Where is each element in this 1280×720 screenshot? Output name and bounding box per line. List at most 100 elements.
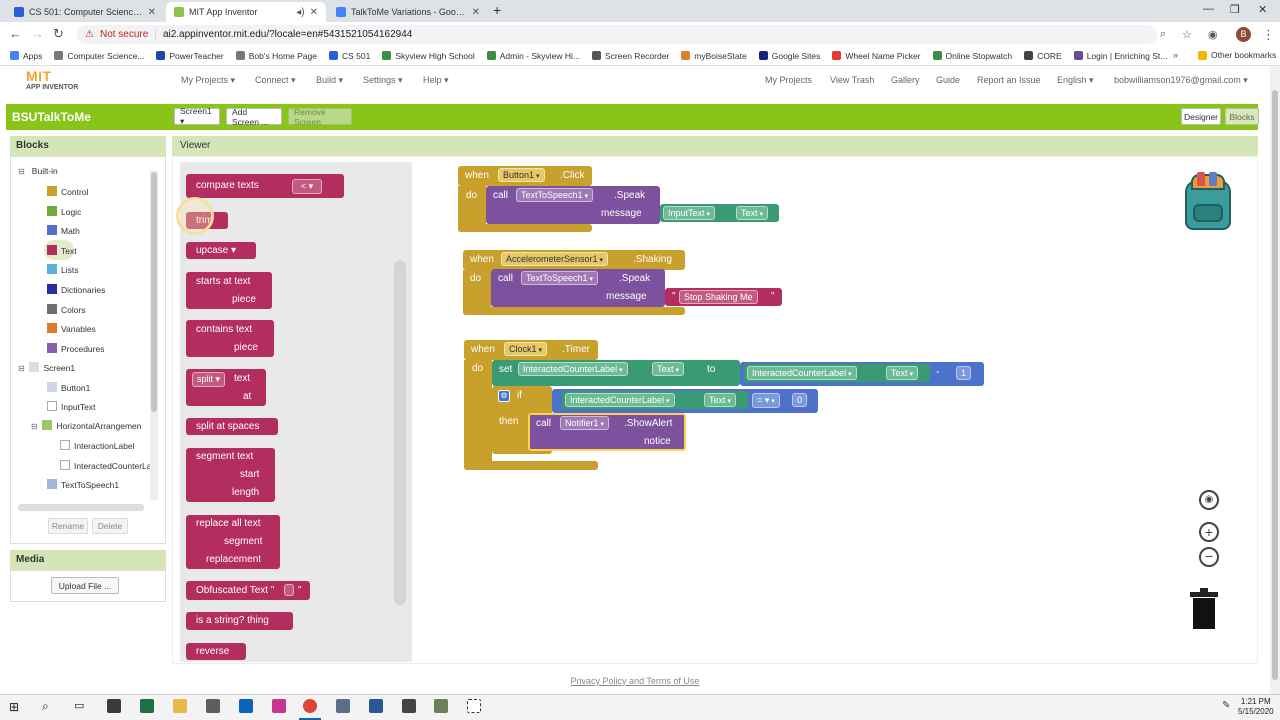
link-guide[interactable]: Guide xyxy=(936,75,960,85)
bookmark-item[interactable]: myBoiseState xyxy=(681,51,747,61)
other-bookmarks[interactable]: Other bookmarks xyxy=(1198,50,1276,60)
app-icon[interactable] xyxy=(434,699,448,713)
menu-settings[interactable]: Settings ▾ xyxy=(363,75,403,86)
property-dropdown[interactable]: Text xyxy=(704,393,736,407)
bookmark-item[interactable]: Wheel Name Picker xyxy=(832,51,921,61)
link-report-issue[interactable]: Report an Issue xyxy=(977,75,1041,85)
close-tab-icon[interactable]: ✕ xyxy=(472,7,480,18)
chrome-icon[interactable] xyxy=(303,699,317,713)
is-a-string-block[interactable]: is a string? thing xyxy=(186,612,293,630)
bookmark-item[interactable]: Computer Science... xyxy=(54,51,144,61)
component-dropdown[interactable]: InteractedCounterLabel xyxy=(565,393,675,407)
compare-op-dropdown[interactable]: = ▾ xyxy=(752,393,780,408)
privacy-link[interactable]: Privacy Policy and Terms of Use xyxy=(0,676,1270,690)
bookmark-item[interactable]: Bob's Home Page xyxy=(235,51,317,61)
tree-scroll-thumb[interactable] xyxy=(151,172,157,412)
drawer-dictionaries[interactable]: Dictionaries xyxy=(47,284,105,295)
close-window-icon[interactable]: ✕ xyxy=(1258,3,1267,16)
tts-speak-call-block[interactable]: call TextToSpeech1 .Speak message xyxy=(486,186,660,224)
compare-texts-block[interactable]: compare texts < ▾ xyxy=(186,174,344,198)
designer-button[interactable]: Designer xyxy=(1181,108,1221,125)
split-dropdown[interactable]: split ▾ xyxy=(192,372,226,387)
close-tab-icon[interactable]: ✕ xyxy=(148,7,156,18)
menu-connect[interactable]: Connect ▾ xyxy=(255,75,296,86)
bookmarks-overflow-icon[interactable]: » xyxy=(1173,50,1178,60)
collapse-icon[interactable]: ⊟ xyxy=(31,422,38,431)
bookmark-item[interactable]: Screen Recorder xyxy=(592,51,669,61)
drawer-logic[interactable]: Logic xyxy=(47,206,81,217)
file-explorer-icon[interactable] xyxy=(173,699,187,713)
component-inputtext[interactable]: InputText xyxy=(47,401,96,412)
audio-icon[interactable]: ◂) xyxy=(296,7,304,18)
mutator-gear-icon[interactable]: ⚙ xyxy=(498,390,510,402)
bookmark-item[interactable]: Skyview High School xyxy=(382,51,475,61)
calculator-icon[interactable] xyxy=(206,699,220,713)
component-interactionlabel[interactable]: InteractionLabel xyxy=(60,440,135,451)
outlook-icon[interactable] xyxy=(239,699,253,713)
recenter-icon[interactable]: ◉ xyxy=(1199,490,1219,510)
segment-block[interactable]: segment text start length xyxy=(186,448,275,502)
component-dropdown[interactable]: Button1 xyxy=(498,168,545,182)
maximize-icon[interactable]: ❐ xyxy=(1230,3,1240,16)
profile-avatar[interactable]: B xyxy=(1236,27,1251,42)
component-texttospeech1[interactable]: TextToSpeech1 xyxy=(47,479,119,490)
screen-select[interactable]: Screen1 ▾ xyxy=(174,106,220,126)
counter-label-getter-block[interactable]: InteractedCounterLabel Text xyxy=(744,364,930,382)
obfuscated-text-block[interactable]: Obfuscated Text " " xyxy=(186,581,310,600)
close-tab-icon[interactable]: ✕ xyxy=(310,7,318,18)
delete-button[interactable]: Delete xyxy=(92,518,128,534)
component-dropdown[interactable]: InteractedCounterLabel xyxy=(747,366,857,380)
menu-kebab-icon[interactable]: ⋮ xyxy=(1262,27,1275,43)
zoom-icon[interactable]: ⌕ xyxy=(1160,28,1166,41)
extension-icon[interactable]: ◉ xyxy=(1208,28,1218,41)
menu-account[interactable]: bobwilliamson1976@gmail.com ▾ xyxy=(1114,75,1248,86)
reverse-block[interactable]: reverse xyxy=(186,643,246,660)
drawer-procedures[interactable]: Procedures xyxy=(47,343,104,354)
app-icon[interactable] xyxy=(272,699,286,713)
app-icon[interactable] xyxy=(402,699,416,713)
button1-click-event[interactable]: when Button1 .Click xyxy=(458,166,592,186)
bookmark-item[interactable]: PowerTeacher xyxy=(156,51,224,61)
component-dropdown[interactable]: InputText xyxy=(663,206,715,220)
collapse-icon[interactable]: ⊟ xyxy=(18,364,25,373)
task-view-icon[interactable]: ▭ xyxy=(74,699,84,712)
menu-build[interactable]: Build ▾ xyxy=(316,75,343,86)
drawer-control[interactable]: Control xyxy=(47,186,88,197)
link-my-projects[interactable]: My Projects xyxy=(765,75,812,85)
inputtext-getter-block[interactable]: InputText Text xyxy=(660,204,779,222)
component-dropdown[interactable]: Notifier1 xyxy=(560,416,609,430)
split-at-spaces-block[interactable]: split at spaces xyxy=(186,418,278,435)
windows-start-icon[interactable]: ⊞ xyxy=(9,700,19,714)
search-icon[interactable]: ⌕ xyxy=(42,699,49,714)
reload-icon[interactable]: ↻ xyxy=(53,26,64,42)
component-button1[interactable]: Button1 xyxy=(47,382,90,393)
bookmark-item[interactable]: Admin - Skyview Hi... xyxy=(486,51,580,61)
property-dropdown[interactable]: Text xyxy=(652,362,684,376)
drawer-math[interactable]: Math xyxy=(47,225,80,236)
drawer-lists[interactable]: Lists xyxy=(47,264,78,275)
component-dropdown[interactable]: TextToSpeech1 xyxy=(516,188,594,202)
tree-hscrollbar[interactable] xyxy=(18,504,144,511)
blocks-button[interactable]: Blocks xyxy=(1225,108,1259,125)
rename-button[interactable]: Rename xyxy=(48,518,88,534)
taskbar-clock[interactable]: 1:21 PM 5/15/2020 xyxy=(1238,697,1274,717)
star-icon[interactable]: ☆ xyxy=(1182,28,1192,41)
add-screen-button[interactable]: Add Screen ... xyxy=(226,107,282,127)
bookmark-item[interactable]: Login | Enriching St... xyxy=(1073,51,1167,61)
component-dropdown[interactable]: Clock1 xyxy=(504,342,547,356)
clock1-timer-event[interactable]: when Clock1 .Timer xyxy=(464,340,598,360)
drawer-text[interactable]: Text xyxy=(47,245,77,256)
bookmark-item[interactable]: Google Sites xyxy=(758,51,820,61)
split-block[interactable]: split ▾ text at xyxy=(186,369,266,406)
starts-at-block[interactable]: starts at text piece xyxy=(186,272,272,309)
link-view-trash[interactable]: View Trash xyxy=(830,75,874,85)
excel-icon[interactable] xyxy=(140,699,154,713)
bookmark-item[interactable]: Online Stopwatch xyxy=(932,51,1012,61)
drawer-variables[interactable]: Variables xyxy=(47,323,96,334)
forward-icon[interactable]: → xyxy=(31,26,44,41)
bookmark-item[interactable]: CS 501 xyxy=(328,51,370,61)
tree-builtin[interactable]: ⊟ Built-in xyxy=(18,166,58,176)
flyout-scrollbar[interactable] xyxy=(394,260,406,605)
appinventor-logo[interactable]: MIT APP INVENTOR xyxy=(26,68,78,91)
zoom-out-icon[interactable]: − xyxy=(1199,547,1219,567)
